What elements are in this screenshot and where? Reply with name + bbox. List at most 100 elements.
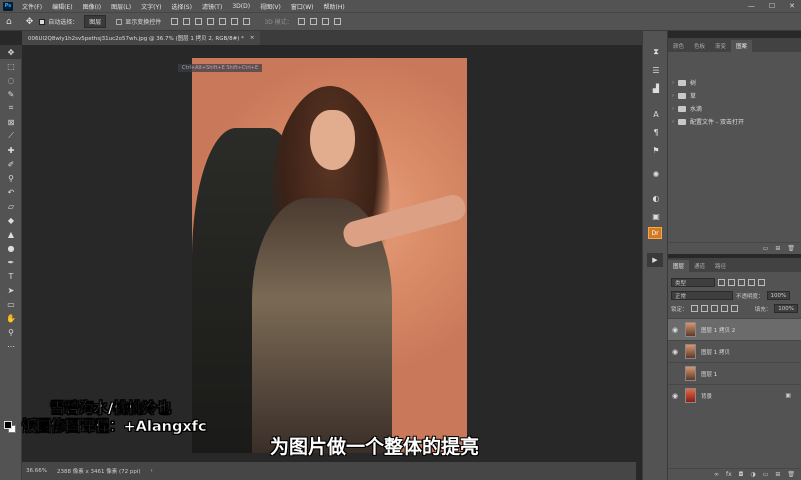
menu-layer[interactable]: 图层(L) — [106, 2, 136, 11]
lock-artboard-icon[interactable] — [720, 305, 728, 312]
visibility-eye-icon[interactable]: ◉ — [668, 348, 682, 356]
navigator-icon[interactable]: ▣ — [643, 207, 669, 225]
histogram-panel-icon[interactable]: ▟ — [643, 79, 669, 97]
lightroom-icon[interactable]: Dr — [648, 227, 662, 239]
align-middle-icon[interactable] — [219, 18, 227, 25]
blur-tool-icon[interactable]: ▲ — [0, 227, 22, 241]
close-button[interactable]: ✕ — [789, 2, 795, 10]
history-brush-tool-icon[interactable]: ↶ — [0, 185, 22, 199]
auto-select-checkbox[interactable] — [39, 18, 46, 25]
brush-tool-icon[interactable]: ✐ — [0, 157, 22, 171]
layer-row[interactable]: 图层 1 — [668, 362, 801, 384]
opacity-input[interactable]: 100% — [766, 291, 791, 300]
lightbulb-icon[interactable]: ✺ — [643, 165, 669, 183]
align-bottom-icon[interactable] — [231, 18, 239, 25]
new-group-icon[interactable]: ▭ — [763, 245, 769, 252]
lasso-tool-icon[interactable]: ◌ — [0, 73, 22, 87]
pen-tool-icon[interactable]: ✒ — [0, 255, 22, 269]
new-group-icon[interactable]: ▭ — [763, 471, 769, 478]
document-tab-close-icon[interactable]: × — [250, 35, 255, 41]
visibility-eye-icon[interactable]: ◉ — [668, 392, 682, 400]
clone-stamp-tool-icon[interactable]: ⚲ — [0, 171, 22, 185]
menu-filter[interactable]: 滤镜(T) — [197, 2, 227, 11]
add-mask-icon[interactable]: ◘ — [739, 471, 744, 478]
paragraph-panel-icon[interactable]: ¶ — [643, 123, 669, 141]
menu-select[interactable]: 选择(S) — [166, 2, 197, 11]
foreground-color-swatch[interactable] — [4, 421, 12, 429]
menu-3d[interactable]: 3D(D) — [227, 3, 255, 10]
minimize-button[interactable]: — — [748, 2, 755, 10]
layer-name[interactable]: 图层 1 拷贝 — [701, 348, 730, 356]
eyedropper-tool-icon[interactable]: ⟋ — [0, 129, 22, 143]
filter-adjust-icon[interactable] — [728, 279, 735, 286]
paint-bucket-tool-icon[interactable]: ◆ — [0, 213, 22, 227]
auto-select-option[interactable]: 自动选择： — [39, 17, 78, 26]
filter-pixel-icon[interactable] — [718, 279, 725, 286]
menu-type[interactable]: 文字(Y) — [136, 2, 166, 11]
move-tool-icon[interactable]: ✥ — [26, 17, 34, 27]
align-left-icon[interactable] — [171, 18, 179, 25]
layer-row[interactable]: ◉ 图层 1 拷贝 — [668, 340, 801, 362]
layer-name[interactable]: 图层 1 拷贝 2 — [701, 326, 735, 334]
blend-mode-dropdown[interactable]: 正常 — [671, 291, 733, 300]
menu-edit[interactable]: 编辑(E) — [47, 2, 77, 11]
pattern-group-profile[interactable]: › 配置文件 - 双击打开 — [668, 115, 801, 128]
expand-chevron-icon[interactable]: › — [672, 93, 674, 99]
tab-layers[interactable]: 图层 — [668, 260, 690, 272]
menu-help[interactable]: 帮助(H) — [319, 2, 350, 11]
show-transform-checkbox[interactable] — [116, 18, 123, 25]
document-tab[interactable]: 006Ul2Q8wly1h2sv5pethsj31uc2o57wh.jpg @ … — [22, 31, 261, 45]
lock-position-icon[interactable] — [710, 305, 718, 312]
tab-swatches[interactable]: 色板 — [689, 40, 710, 52]
pattern-group-water[interactable]: › 水滴 — [668, 102, 801, 115]
expand-chevron-icon[interactable]: › — [672, 106, 674, 112]
layer-row[interactable]: ◉ 图层 1 拷贝 2 — [668, 318, 801, 340]
3d-drag-icon[interactable] — [321, 18, 329, 25]
layer-style-icon[interactable]: fx — [726, 471, 732, 478]
tab-color[interactable]: 颜色 — [668, 40, 689, 52]
visibility-eye-icon[interactable]: ◉ — [668, 326, 682, 334]
tab-paths[interactable]: 路径 — [710, 260, 731, 272]
layer-name[interactable]: 图层 1 — [701, 370, 717, 378]
3d-rotate-icon[interactable] — [297, 18, 305, 25]
pattern-group-grass[interactable]: › 草 — [668, 89, 801, 102]
quick-select-tool-icon[interactable]: ✎ — [0, 87, 22, 101]
new-pattern-icon[interactable]: ⊞ — [775, 245, 780, 252]
align-center-icon[interactable] — [183, 18, 191, 25]
filter-shape-icon[interactable] — [748, 279, 755, 286]
history-panel-icon[interactable]: ⧗ — [643, 43, 669, 61]
filter-smart-icon[interactable] — [758, 279, 765, 286]
status-menu-icon[interactable]: › — [151, 468, 153, 474]
delete-layer-icon[interactable]: 🗑 — [787, 471, 795, 478]
layer-filter-dropdown[interactable]: 类型 — [671, 278, 715, 287]
show-transform-option[interactable]: 显示变换控件 — [116, 17, 161, 26]
adjustment-layer-icon[interactable]: ◑ — [750, 471, 755, 478]
auto-select-dropdown[interactable]: 图层 — [84, 15, 107, 28]
tab-gradients[interactable]: 渐变 — [710, 40, 731, 52]
brush-settings-icon[interactable]: ⚑ — [643, 141, 669, 159]
dodge-tool-icon[interactable]: ● — [0, 241, 22, 255]
expand-chevron-icon[interactable]: › — [672, 119, 674, 125]
tab-patterns[interactable]: 图案 — [731, 40, 753, 52]
layer-row[interactable]: ◉ 背景 ▣ — [668, 384, 801, 406]
menu-window[interactable]: 窗口(W) — [286, 2, 319, 11]
distribute-icon[interactable] — [243, 18, 251, 25]
lock-transparent-icon[interactable] — [690, 305, 698, 312]
hand-tool-icon[interactable]: ✋ — [0, 311, 22, 325]
zoom-level[interactable]: 36.66% — [26, 468, 47, 474]
expand-chevron-icon[interactable]: › — [672, 80, 674, 86]
zoom-tool-icon[interactable]: ⚲ — [0, 325, 22, 339]
maximize-button[interactable]: ☐ — [769, 2, 775, 10]
document-photo[interactable] — [192, 58, 467, 453]
layer-name[interactable]: 背景 — [701, 392, 712, 400]
more-tools-icon[interactable]: ⋯ — [0, 339, 22, 353]
3d-roll-icon[interactable] — [309, 18, 317, 25]
shape-tool-icon[interactable]: ▭ — [0, 297, 22, 311]
move-tool-icon[interactable]: ✥ — [0, 45, 22, 59]
align-top-icon[interactable] — [207, 18, 215, 25]
menu-view[interactable]: 视图(V) — [255, 2, 286, 11]
lock-all-icon[interactable] — [730, 305, 738, 312]
align-right-icon[interactable] — [195, 18, 203, 25]
3d-slide-icon[interactable] — [333, 18, 341, 25]
eraser-tool-icon[interactable]: ▱ — [0, 199, 22, 213]
